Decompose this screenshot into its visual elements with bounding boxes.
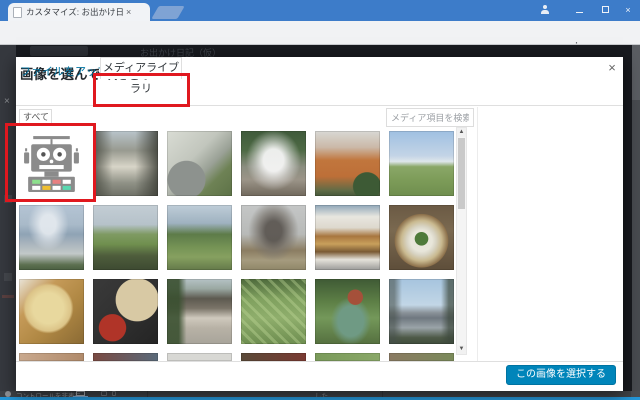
media-thumbnail-partial-4[interactable] [241,353,306,361]
media-thumbnail-partial-2[interactable] [93,353,158,361]
media-thumbnail-pasture-fence[interactable] [93,205,158,270]
device-preview-tablet-icon[interactable] [101,391,107,396]
page-favicon-icon [13,6,22,18]
window-minimize-button[interactable] [572,4,586,16]
browser-tab[interactable]: カスタマイズ: お出かけ日記（仮） × [8,3,150,21]
browser-titlebar: カスタマイズ: お出かけ日記（仮） × × [0,0,640,21]
media-thumbnail-partial-6[interactable] [389,353,454,361]
sidebar-divider [477,107,478,361]
media-thumbnail-partial-3[interactable] [167,353,232,361]
modal-footer: この画像を選択する [16,361,623,391]
window-maximize-button[interactable] [598,4,612,16]
media-thumbnail-eruption-smoke[interactable] [241,205,306,270]
media-thumbnail-steaming-hot-spring[interactable] [241,131,306,196]
media-thumbnail-garden-pond[interactable] [315,279,380,344]
preview-page-scrollbar[interactable] [632,45,640,397]
customizer-sidebar-item [4,273,12,281]
media-grid-scrollbar[interactable]: ▲ ▼ [456,127,467,355]
scroll-down-icon[interactable]: ▼ [457,345,466,354]
customizer-sidebar-item [2,295,14,298]
new-tab-button[interactable] [151,6,185,19]
browser-toolbar: ← → ⟳ i www.kuroobi.jp/jin/wp-admin/cust… [0,21,640,62]
media-select-modal: 画像を選んでください × ファイルをアップロード メディアライブラリ すべて ▲… [16,57,623,391]
media-thumbnail-hazy-volcano[interactable] [19,205,84,270]
annotation-media-library-tab [93,73,190,107]
media-thumbnail-partial-5[interactable] [315,353,380,361]
media-thumbnail-green-mountain[interactable] [167,205,232,270]
select-image-button[interactable]: この画像を選択する [506,365,616,385]
media-thumbnail-temple-gate[interactable] [167,279,232,344]
media-thumbnail-shopping-street[interactable] [93,131,158,196]
scroll-up-icon[interactable]: ▲ [457,128,466,137]
window-close-button[interactable]: × [621,4,635,16]
media-thumbnail-tempura[interactable] [19,279,84,344]
media-thumbnail-rice-bowl[interactable] [389,205,454,270]
tab-title: カスタマイズ: お出かけ日記（仮） [26,7,124,17]
device-preview-phone-icon[interactable] [112,391,116,396]
tab-close-icon[interactable]: × [126,7,131,17]
profile-icon[interactable] [540,5,550,15]
media-thumbnail-suspension-bridge[interactable] [389,279,454,344]
modal-close-icon[interactable]: × [604,60,620,76]
media-search-input[interactable] [386,108,474,127]
customizer-close-icon: × [4,96,10,107]
annotation-selected-image [5,123,96,202]
customizer-sidebar-edge: × [0,45,16,391]
media-thumbnail-soba-set[interactable] [93,279,158,344]
media-thumbnail-grassland-hill[interactable] [389,131,454,196]
media-thumbnail-ropeway-station[interactable] [315,205,380,270]
media-thumbnail-orange-hot-spring[interactable] [315,131,380,196]
scrollbar-thumb[interactable] [458,138,465,209]
media-thumbnail-rock-garden[interactable] [167,131,232,196]
customizer-save-button-dimmed [30,46,88,56]
media-thumbnail-lily-pond[interactable] [241,279,306,344]
media-thumbnail-partial-1[interactable] [19,353,84,361]
